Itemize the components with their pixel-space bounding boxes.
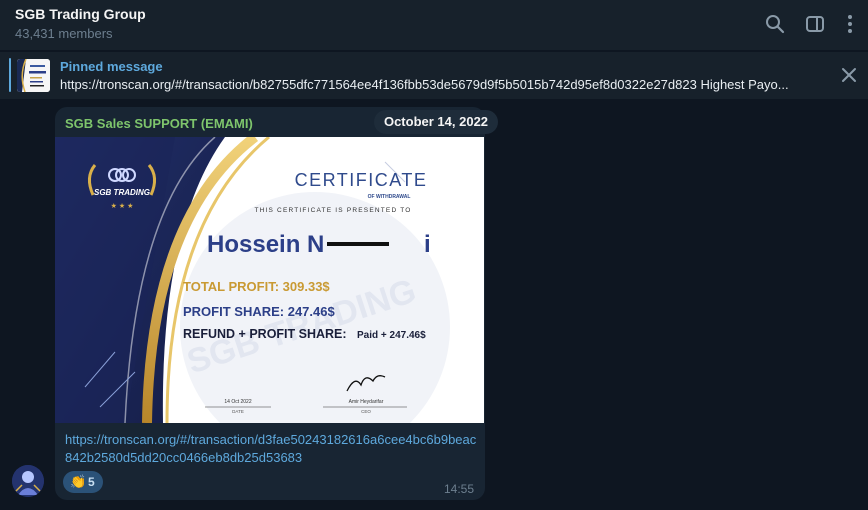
message-bubble[interactable]: SGB Sales SUPPORT (EMAMI) SGB TRADING ★ … xyxy=(55,107,485,500)
chat-title[interactable]: SGB Trading Group xyxy=(15,6,146,22)
date-label: DATE xyxy=(232,409,244,414)
certificate-date: 14 Oct 2022 xyxy=(224,399,251,405)
signer-title: CEO xyxy=(361,409,371,414)
svg-text:SGB TRADING: SGB TRADING xyxy=(94,188,150,197)
pinned-message-bar[interactable]: Pinned message https://tronscan.org/#/tr… xyxy=(0,51,868,99)
recipient-name-end: i xyxy=(424,231,431,258)
reaction-badge[interactable]: 👏 5 xyxy=(63,471,103,493)
refund-label: REFUND + PROFIT SHARE: xyxy=(183,327,347,341)
pinned-label: Pinned message xyxy=(60,59,163,74)
transaction-link[interactable]: https://tronscan.org/#/transaction/d3fae… xyxy=(65,431,480,467)
avatar[interactable] xyxy=(12,465,44,497)
clapping-hands-icon: 👏 xyxy=(70,474,87,489)
pinned-text[interactable]: https://tronscan.org/#/transaction/b8275… xyxy=(60,77,815,92)
certificate-presented: THIS CERTIFICATE IS PRESENTED TO xyxy=(254,207,411,214)
reaction-count: 5 xyxy=(88,475,95,489)
certificate-image[interactable]: SGB TRADING ★ ★ ★ SGB TRADING CERTIFICAT… xyxy=(55,137,484,423)
refund-value: Paid + 247.46$ xyxy=(357,330,426,341)
sender-name[interactable]: SGB Sales SUPPORT (EMAMI) xyxy=(65,116,253,131)
sidebar-toggle-icon[interactable] xyxy=(804,13,826,35)
certificate-title: CERTIFICATE xyxy=(295,170,428,190)
chat-header[interactable]: SGB Trading Group 43,431 members xyxy=(0,0,868,50)
message-time: 14:55 xyxy=(443,482,474,496)
certificate-subtitle: OF WITHDRAWAL xyxy=(368,194,411,200)
pinned-thumbnail xyxy=(17,59,50,92)
pinned-indicator xyxy=(9,58,11,92)
search-icon[interactable] xyxy=(764,13,786,35)
signer-name: Amir Heydarifar xyxy=(349,399,384,405)
member-count: 43,431 members xyxy=(15,26,113,41)
name-redaction xyxy=(327,242,389,246)
svg-text:★ ★ ★: ★ ★ ★ xyxy=(111,202,134,210)
date-pill: October 14, 2022 xyxy=(374,110,498,134)
total-profit: TOTAL PROFIT: 309.33$ xyxy=(183,279,330,294)
profit-share: PROFIT SHARE: 247.46$ xyxy=(183,304,335,319)
close-icon[interactable] xyxy=(841,67,857,83)
recipient-name: Hossein N xyxy=(207,231,324,258)
more-icon[interactable] xyxy=(839,13,861,35)
